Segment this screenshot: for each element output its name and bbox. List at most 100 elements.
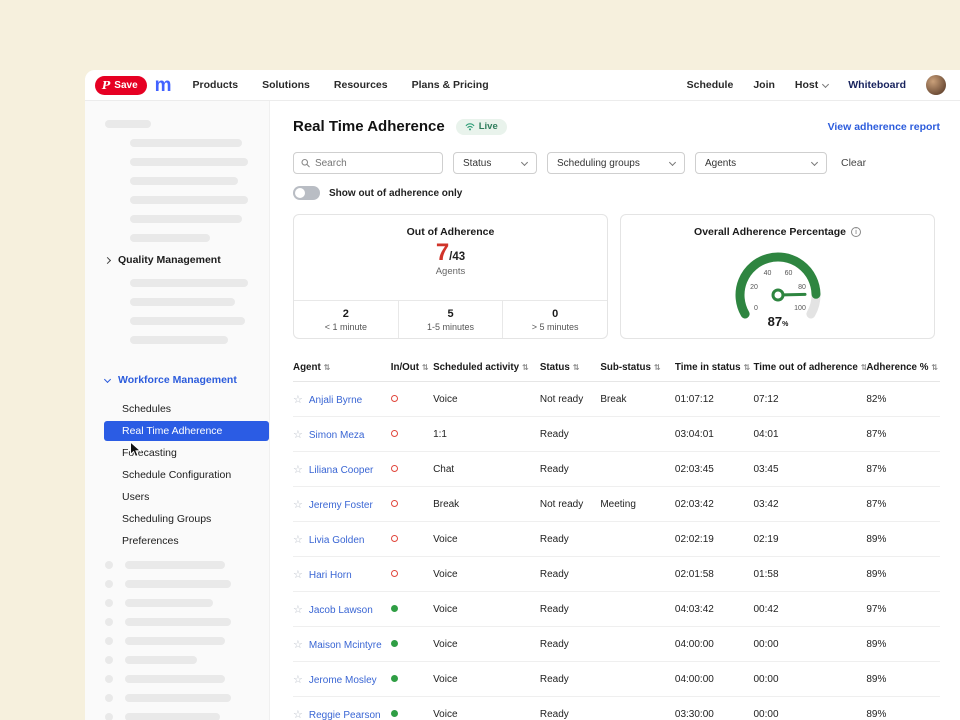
skeleton-row [105, 713, 269, 720]
in-adherence-dot-icon [391, 605, 398, 612]
agent-link[interactable]: Maison Mcintyre [309, 640, 382, 651]
out-of-adherence-dot-icon [391, 465, 398, 472]
adherence-gauge: 0 20 40 60 80 100 87% [693, 239, 863, 331]
sort-icon[interactable]: ⇅ [324, 363, 331, 372]
table-row[interactable]: ☆Hari HornVoiceReady02:01:5801:5889% [293, 557, 940, 592]
nav-right: Schedule Join Host Whiteboard [687, 75, 946, 95]
sort-icon[interactable]: ⇅ [744, 363, 751, 372]
column-header-activity[interactable]: Scheduled activity⇅ [433, 354, 540, 382]
nav-item-whiteboard[interactable]: Whiteboard [848, 79, 906, 91]
cell-activity: Voice [433, 557, 540, 592]
table-row[interactable]: ☆Jeremy FosterBreakNot readyMeeting02:03… [293, 487, 940, 522]
favorite-star-icon[interactable]: ☆ [293, 394, 303, 406]
column-header-substatus[interactable]: Sub-status⇅ [600, 354, 675, 382]
cell-status: Not ready [540, 382, 600, 417]
sidebar-section-workforce-management[interactable]: Workforce Management [85, 374, 269, 386]
column-header-agent[interactable]: Agent⇅ [293, 354, 391, 382]
sort-icon[interactable]: ⇅ [422, 363, 429, 372]
favorite-star-icon[interactable]: ☆ [293, 639, 303, 651]
nav-item-host[interactable]: Host [795, 79, 828, 91]
cell-activity: Voice [433, 697, 540, 720]
agent-link[interactable]: Hari Horn [309, 570, 352, 581]
skeleton-bar [130, 177, 238, 185]
table-row[interactable]: ☆Liliana CooperChatReady02:03:4503:4587% [293, 452, 940, 487]
sort-icon[interactable]: ⇅ [654, 363, 661, 372]
table-header-row: Agent⇅In/Out⇅Scheduled activity⇅Status⇅S… [293, 354, 940, 382]
agents-table: Agent⇅In/Out⇅Scheduled activity⇅Status⇅S… [293, 354, 940, 720]
table-row[interactable]: ☆Livia GoldenVoiceReady02:02:1902:1989% [293, 522, 940, 557]
sidebar-item-schedule-configuration[interactable]: Schedule Configuration [104, 465, 269, 485]
skeleton-bar [130, 317, 245, 325]
sidebar-item-preferences[interactable]: Preferences [104, 531, 269, 551]
cell-adherence: 87% [866, 417, 940, 452]
agent-link[interactable]: Jerome Mosley [309, 675, 377, 686]
favorite-star-icon[interactable]: ☆ [293, 464, 303, 476]
nav-item-schedule[interactable]: Schedule [687, 79, 734, 91]
table-row[interactable]: ☆Jacob LawsonVoiceReady04:03:4200:4297% [293, 592, 940, 627]
favorite-star-icon[interactable]: ☆ [293, 604, 303, 616]
favorite-star-icon[interactable]: ☆ [293, 499, 303, 511]
nav-item-plans-pricing[interactable]: Plans & Pricing [412, 79, 489, 91]
sidebar-section-quality-management[interactable]: Quality Management [85, 254, 269, 266]
out-of-adherence-toggle[interactable] [293, 186, 320, 200]
cell-substatus [600, 592, 675, 627]
favorite-star-icon[interactable]: ☆ [293, 569, 303, 581]
agent-link[interactable]: Simon Meza [309, 430, 365, 441]
pinterest-save-button[interactable]: P Save [95, 76, 147, 95]
cell-status: Ready [540, 697, 600, 720]
skeleton-row [105, 599, 269, 607]
user-avatar[interactable] [926, 75, 946, 95]
table-row[interactable]: ☆Anjali ByrneVoiceNot readyBreak01:07:12… [293, 382, 940, 417]
sort-icon[interactable]: ⇅ [931, 363, 938, 372]
table-row[interactable]: ☆Jerome MosleyVoiceReady04:00:0000:0089% [293, 662, 940, 697]
sidebar-item-users[interactable]: Users [104, 487, 269, 507]
agent-link[interactable]: Jacob Lawson [309, 605, 373, 616]
view-adherence-report-link[interactable]: View adherence report [828, 121, 940, 133]
nav-item-solutions[interactable]: Solutions [262, 79, 310, 91]
table-row[interactable]: ☆Reggie PearsonVoiceReady03:30:0000:0089… [293, 697, 940, 720]
cell-status: Ready [540, 557, 600, 592]
agent-link[interactable]: Jeremy Foster [309, 500, 373, 511]
search-field[interactable] [293, 152, 443, 174]
agents-dropdown[interactable]: Agents [695, 152, 827, 174]
gauge-tick-80: 80 [798, 284, 806, 291]
info-icon[interactable]: i [851, 227, 861, 237]
table-row[interactable]: ☆Simon Meza1:1Ready03:04:0104:0187% [293, 417, 940, 452]
nav-item-products[interactable]: Products [193, 79, 239, 91]
column-header-adherence[interactable]: Adherence %⇅ [866, 354, 940, 382]
sidebar-item-scheduling-groups[interactable]: Scheduling Groups [104, 509, 269, 529]
column-header-time_in_status[interactable]: Time in status⇅ [675, 354, 754, 382]
column-header-time_out[interactable]: Time out of adherence⇅ [753, 354, 866, 382]
favorite-star-icon[interactable]: ☆ [293, 429, 303, 441]
agent-link[interactable]: Reggie Pearson [309, 710, 381, 720]
favorite-star-icon[interactable]: ☆ [293, 534, 303, 546]
status-dropdown[interactable]: Status [453, 152, 537, 174]
live-badge: Live [456, 119, 507, 135]
overall-adherence-card: Overall Adherence Percentage i 0 20 40 6… [620, 214, 935, 339]
column-header-status[interactable]: Status⇅ [540, 354, 600, 382]
search-input[interactable] [315, 158, 435, 169]
wifi-icon [465, 122, 475, 131]
table-row[interactable]: ☆Maison McintyreVoiceReady04:00:0000:008… [293, 627, 940, 662]
sort-icon[interactable]: ⇅ [573, 363, 580, 372]
sidebar-item-real-time-adherence[interactable]: Real Time Adherence [104, 421, 269, 441]
out-of-adherence-dot-icon [391, 395, 398, 402]
page-title: Real Time Adherence [293, 118, 445, 135]
favorite-star-icon[interactable]: ☆ [293, 674, 303, 686]
sidebar-item-schedules[interactable]: Schedules [104, 399, 269, 419]
cell-time_out: 00:00 [753, 662, 866, 697]
nav-item-join[interactable]: Join [753, 79, 775, 91]
agent-link[interactable]: Livia Golden [309, 535, 365, 546]
nav-item-resources[interactable]: Resources [334, 79, 388, 91]
in-adherence-dot-icon [391, 710, 398, 717]
favorite-star-icon[interactable]: ☆ [293, 709, 303, 720]
cell-substatus: Break [600, 382, 675, 417]
scheduling-groups-dropdown[interactable]: Scheduling groups [547, 152, 685, 174]
clear-filters-button[interactable]: Clear [841, 157, 866, 169]
agent-link[interactable]: Anjali Byrne [309, 395, 362, 406]
miro-logo[interactable]: m [155, 76, 171, 95]
agent-link[interactable]: Liliana Cooper [309, 465, 374, 476]
column-header-inout[interactable]: In/Out⇅ [391, 354, 433, 382]
sort-icon[interactable]: ⇅ [522, 363, 529, 372]
cell-time_out: 07:12 [753, 382, 866, 417]
